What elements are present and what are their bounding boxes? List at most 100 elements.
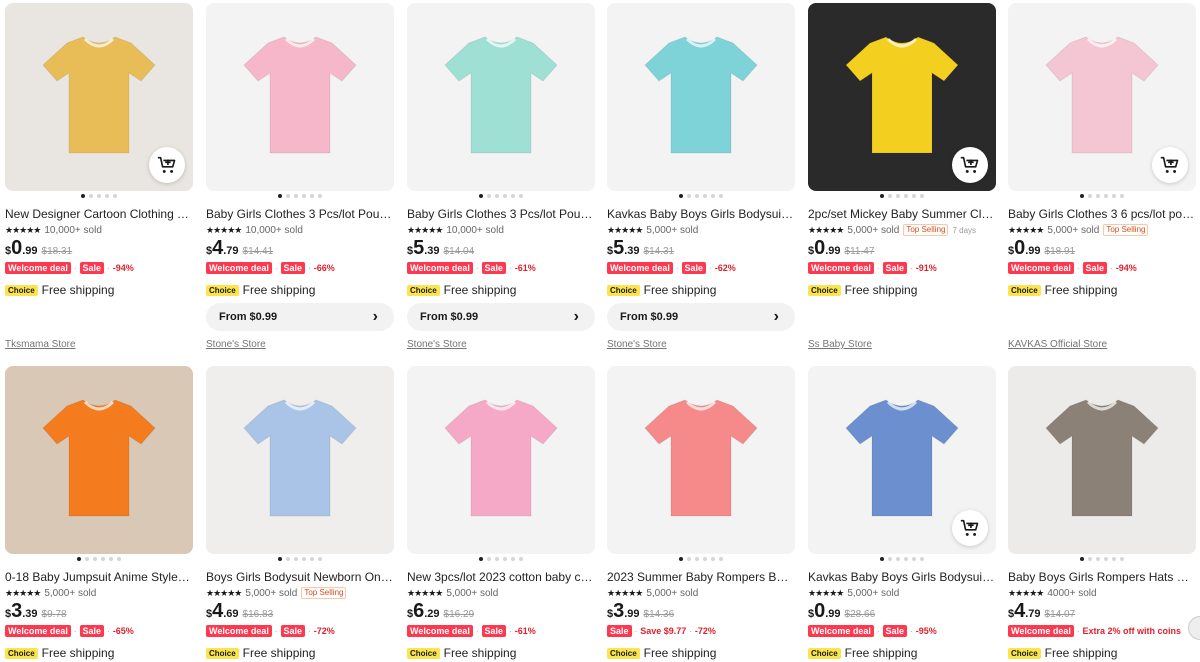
product-card[interactable]: Boys Girls Bodysuit Newborn Onesie ★★★★★ 5… [206,366,396,662]
product-image[interactable] [808,3,996,191]
carousel-dot[interactable] [479,194,483,198]
carousel-dot[interactable] [880,194,884,198]
product-image[interactable] [5,366,193,554]
product-title[interactable]: Baby Girls Clothes 3 Pcs/lot Pour Nouvea… [206,206,394,222]
carousel-dot[interactable] [719,194,723,198]
product-card[interactable]: Baby Girls Clothes 3 Pcs/lot Pour Nouvea… [407,3,597,363]
carousel-dot[interactable] [695,194,699,198]
product-title[interactable]: Kavkas Baby Boys Girls Bodysuit 3 Pcs [607,206,795,222]
product-image[interactable] [1008,3,1196,191]
carousel-dot[interactable] [503,557,507,561]
add-to-cart-button[interactable] [952,147,988,183]
carousel-dot[interactable] [1096,194,1100,198]
carousel-dot[interactable] [1104,194,1108,198]
carousel-dot[interactable] [687,194,691,198]
store-link[interactable]: Stone's Store [407,339,467,350]
carousel-dot[interactable] [1096,557,1100,561]
carousel-dot[interactable] [318,557,322,561]
carousel-dot[interactable] [1112,194,1116,198]
store-link[interactable]: Ss Baby Store [808,339,872,350]
carousel-dot[interactable] [687,557,691,561]
carousel-dot[interactable] [920,557,924,561]
carousel-dot[interactable] [294,557,298,561]
product-card[interactable]: New 3pcs/lot 2023 cotton baby clothes ★★★… [407,366,597,662]
carousel-dot[interactable] [495,194,499,198]
carousel-dot[interactable] [703,194,707,198]
carousel-dot[interactable] [695,557,699,561]
product-title[interactable]: Kavkas Baby Boys Girls Bodysuit 6 Pcs [808,569,996,585]
carousel-dot[interactable] [109,557,113,561]
carousel-dot[interactable] [310,194,314,198]
carousel-dot[interactable] [679,557,683,561]
carousel-dot[interactable] [495,557,499,561]
carousel-dot[interactable] [278,557,282,561]
product-card[interactable]: Kavkas Baby Boys Girls Bodysuit 6 Pcs★★★… [808,366,998,662]
product-card[interactable]: 0-18 Baby Jumpsuit Anime Style Halloween… [5,366,195,662]
carousel-dot[interactable] [1080,557,1084,561]
carousel-dot[interactable] [904,557,908,561]
carousel-dot[interactable] [1080,194,1084,198]
carousel-dot[interactable] [1088,557,1092,561]
carousel-dot[interactable] [880,557,884,561]
product-image[interactable] [1008,366,1196,554]
product-image[interactable] [206,366,394,554]
add-to-cart-button[interactable] [1152,147,1188,183]
carousel-dot[interactable] [101,557,105,561]
product-image[interactable] [5,3,193,191]
from-price-button[interactable]: From $0.99 › [607,303,795,331]
carousel-dot[interactable] [888,557,892,561]
carousel-dot[interactable] [896,194,900,198]
carousel-dot[interactable] [294,194,298,198]
carousel-dot[interactable] [511,557,515,561]
carousel-dot[interactable] [1112,557,1116,561]
from-price-button[interactable]: From $0.99 › [407,303,595,331]
product-title[interactable]: 0-18 Baby Jumpsuit Anime Style Halloween [5,569,193,585]
product-image[interactable] [607,366,795,554]
store-link[interactable]: KAVKAS Official Store [1008,339,1107,350]
product-card[interactable]: Baby Girls Clothes 3 Pcs/lot Pour Nouvea… [206,3,396,363]
carousel-dot[interactable] [117,557,121,561]
store-link[interactable]: Stone's Store [607,339,667,350]
carousel-dot[interactable] [1088,194,1092,198]
product-title[interactable]: Boys Girls Bodysuit Newborn Onesie [206,569,394,585]
product-card[interactable]: Kavkas Baby Boys Girls Bodysuit 3 Pcs★★★… [607,3,797,363]
carousel-dot[interactable] [113,194,117,198]
product-card[interactable]: Baby Boys Girls Rompers Hats Clothes★★★★… [1008,366,1198,662]
carousel-dot[interactable] [487,194,491,198]
carousel-dot[interactable] [89,194,93,198]
carousel-dot[interactable] [286,194,290,198]
product-title[interactable]: New Designer Cartoon Clothing Tracksuit [5,206,193,222]
carousel-dot[interactable] [302,557,306,561]
carousel-dot[interactable] [912,557,916,561]
carousel-dot[interactable] [278,194,282,198]
carousel-dot[interactable] [77,557,81,561]
carousel-dot[interactable] [503,194,507,198]
product-title[interactable]: Baby Girls Clothes 3 6 pcs/lot pour bébé [1008,206,1196,222]
carousel-dot[interactable] [920,194,924,198]
carousel-dot[interactable] [318,194,322,198]
product-image[interactable] [607,3,795,191]
product-card[interactable]: 2pc/set Mickey Baby Summer Clothes ★★★★★ 5… [808,3,998,363]
from-price-button[interactable]: From $0.99 › [206,303,394,331]
carousel-dot[interactable] [711,557,715,561]
carousel-dot[interactable] [81,194,85,198]
product-title[interactable]: New 3pcs/lot 2023 cotton baby clothes [407,569,595,585]
carousel-dot[interactable] [912,194,916,198]
product-card[interactable]: 2023 Summer Baby Rompers Baby Girls★★★★★… [607,366,797,662]
carousel-dot[interactable] [719,557,723,561]
product-card[interactable]: Baby Girls Clothes 3 6 pcs/lot pour bébé… [1008,3,1198,363]
product-image[interactable] [808,366,996,554]
carousel-dot[interactable] [105,194,109,198]
carousel-dot[interactable] [1120,557,1124,561]
carousel-dot[interactable] [97,194,101,198]
carousel-dot[interactable] [93,557,97,561]
carousel-dot[interactable] [511,194,515,198]
product-title[interactable]: 2023 Summer Baby Rompers Baby Girls [607,569,795,585]
product-title[interactable]: 2pc/set Mickey Baby Summer Clothes [808,206,996,222]
carousel-dot[interactable] [1104,557,1108,561]
carousel-dot[interactable] [310,557,314,561]
add-to-cart-button[interactable] [149,147,185,183]
carousel-dot[interactable] [679,194,683,198]
carousel-dot[interactable] [302,194,306,198]
product-image[interactable] [407,3,595,191]
